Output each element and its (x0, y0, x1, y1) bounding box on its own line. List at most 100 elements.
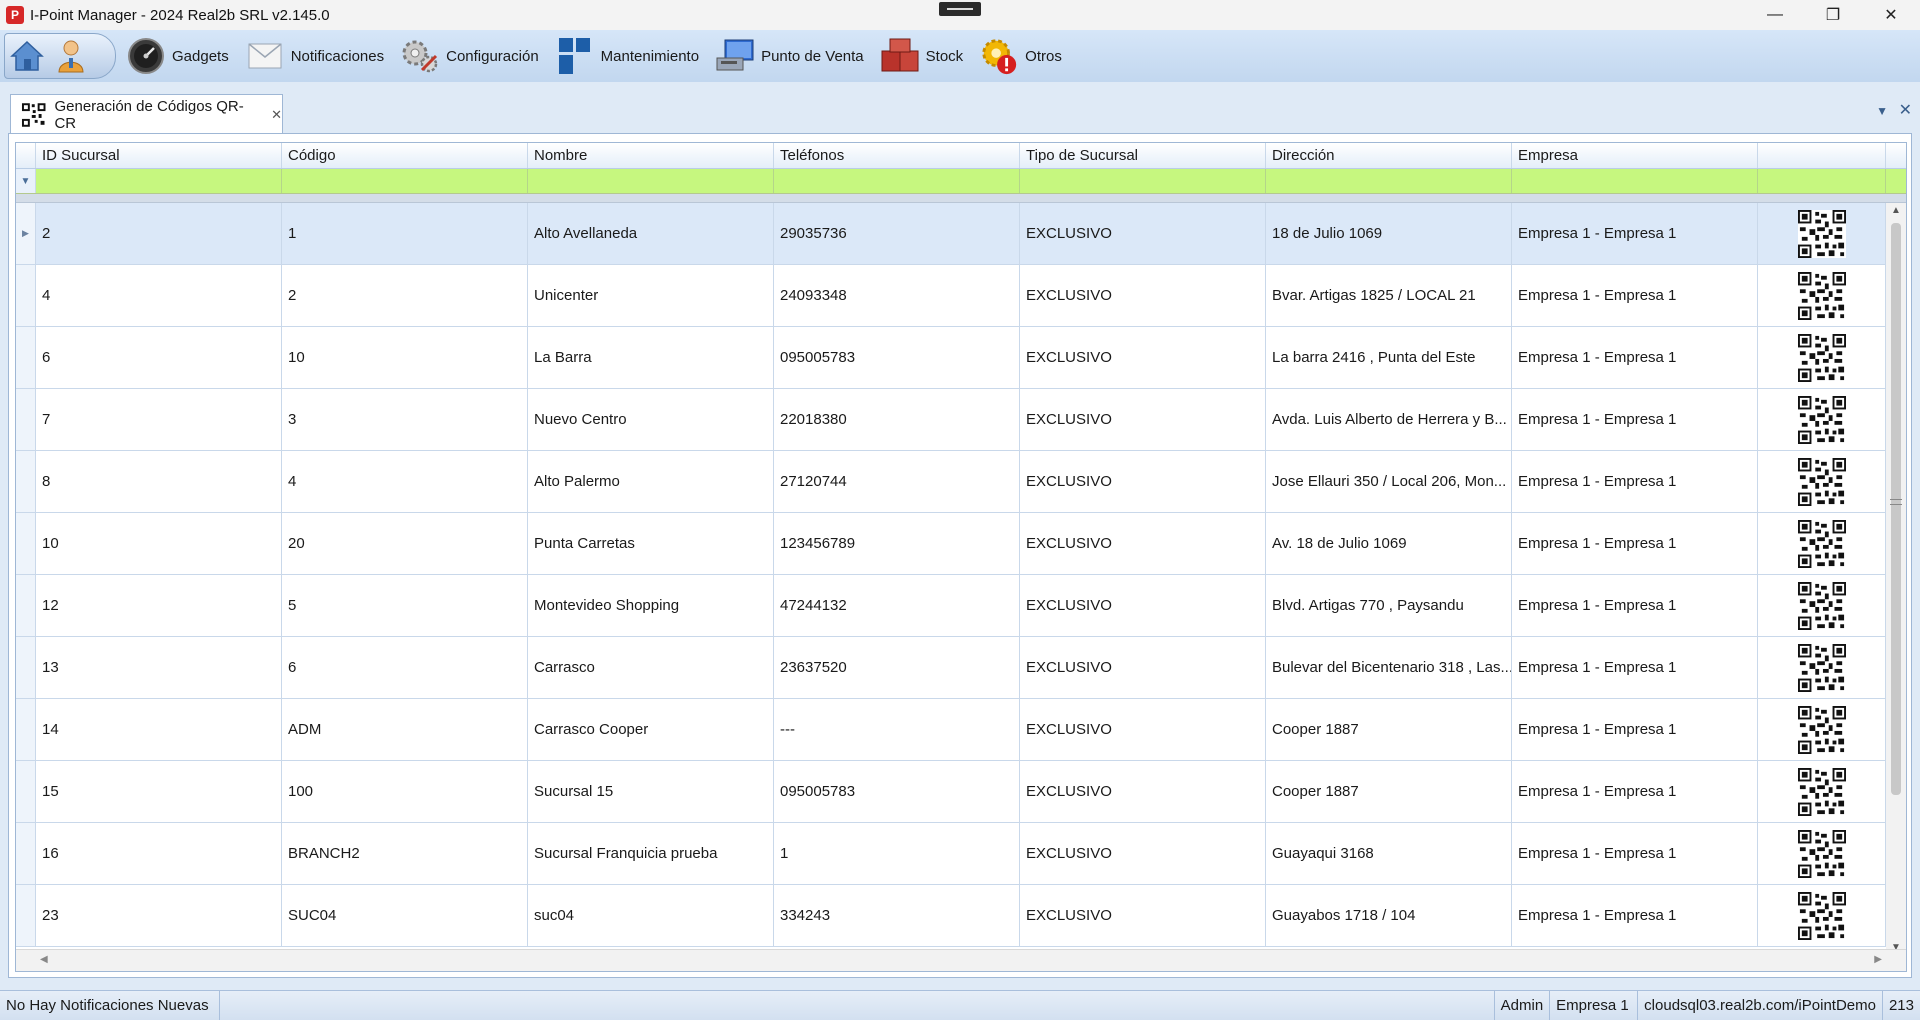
row-indicator[interactable] (16, 885, 36, 946)
user-button[interactable] (49, 35, 93, 77)
cell-qr-code[interactable] (1758, 327, 1886, 388)
table-row[interactable]: 12 5 Montevideo Shopping 47244132 EXCLUSIVO B… (16, 575, 1886, 637)
column-header-codigo[interactable]: Código (282, 143, 528, 168)
vertical-scrollbar[interactable]: ▲ ▼ (1886, 203, 1906, 955)
filter-cell-empresa[interactable] (1512, 169, 1758, 193)
cell-nombre[interactable]: Carrasco (528, 637, 774, 698)
row-indicator[interactable] (16, 823, 36, 884)
cell-empresa[interactable]: Empresa 1 - Empresa 1 (1512, 575, 1758, 636)
cell-nombre[interactable]: Alto Palermo (528, 451, 774, 512)
cell-empresa[interactable]: Empresa 1 - Empresa 1 (1512, 451, 1758, 512)
toolbar-notificaciones[interactable]: Notificaciones (239, 33, 390, 79)
cell-qr-code[interactable] (1758, 265, 1886, 326)
row-indicator[interactable] (16, 761, 36, 822)
cell-codigo[interactable]: 4 (282, 451, 528, 512)
cell-nombre[interactable]: Alto Avellaneda (528, 203, 774, 264)
filter-cell-id[interactable] (36, 169, 282, 193)
toolbar-gadgets[interactable]: Gadgets (120, 33, 235, 79)
cell-direccion[interactable]: La barra 2416 , Punta del Este (1266, 327, 1512, 388)
row-indicator[interactable] (16, 389, 36, 450)
cell-direccion[interactable]: Guayabos 1718 / 104 (1266, 885, 1512, 946)
snap-handle[interactable] (939, 2, 981, 16)
cell-tipo-sucursal[interactable]: EXCLUSIVO (1020, 823, 1266, 884)
row-indicator[interactable] (16, 637, 36, 698)
cell-direccion[interactable]: Bvar. Artigas 1825 / LOCAL 21 (1266, 265, 1512, 326)
cell-nombre[interactable]: Carrasco Cooper (528, 699, 774, 760)
cell-qr-code[interactable] (1758, 389, 1886, 450)
table-row[interactable]: 7 3 Nuevo Centro 22018380 EXCLUSIVO Avda. Lui… (16, 389, 1886, 451)
column-header-id-sucursal[interactable]: ID Sucursal (36, 143, 282, 168)
filter-cell-direccion[interactable] (1266, 169, 1512, 193)
cell-nombre[interactable]: Sucursal Franquicia prueba (528, 823, 774, 884)
cell-telefonos[interactable]: 095005783 (774, 327, 1020, 388)
table-row[interactable]: 16 BRANCH2 Sucursal Franquicia prueba 1 EXCL… (16, 823, 1886, 885)
cell-telefonos[interactable]: 334243 (774, 885, 1020, 946)
cell-telefonos[interactable]: 123456789 (774, 513, 1020, 574)
cell-telefonos[interactable]: 24093348 (774, 265, 1020, 326)
scroll-left-icon[interactable]: ◀ (40, 954, 48, 965)
maximize-button[interactable]: ❐ (1804, 0, 1862, 30)
cell-tipo-sucursal[interactable]: EXCLUSIVO (1020, 265, 1266, 326)
toolbar-configuracion[interactable]: Configuración (394, 33, 545, 79)
cell-codigo[interactable]: 1 (282, 203, 528, 264)
cell-qr-code[interactable] (1758, 885, 1886, 946)
cell-codigo[interactable]: BRANCH2 (282, 823, 528, 884)
tab-list-dropdown-icon[interactable]: ▼ (1876, 104, 1888, 118)
cell-empresa[interactable]: Empresa 1 - Empresa 1 (1512, 513, 1758, 574)
cell-empresa[interactable]: Empresa 1 - Empresa 1 (1512, 699, 1758, 760)
table-row[interactable]: 4 2 Unicenter 24093348 EXCLUSIVO Bvar. Artiga… (16, 265, 1886, 327)
cell-id-sucursal[interactable]: 15 (36, 761, 282, 822)
cell-tipo-sucursal[interactable]: EXCLUSIVO (1020, 203, 1266, 264)
table-row[interactable]: 23 SUC04 suc04 334243 EXCLUSIVO Guayabos 1718… (16, 885, 1886, 947)
cell-qr-code[interactable] (1758, 575, 1886, 636)
cell-tipo-sucursal[interactable]: EXCLUSIVO (1020, 575, 1266, 636)
close-window-button[interactable]: ✕ (1862, 0, 1920, 30)
cell-qr-code[interactable] (1758, 203, 1886, 264)
cell-telefonos[interactable]: 29035736 (774, 203, 1020, 264)
column-header-direccion[interactable]: Dirección (1266, 143, 1512, 168)
cell-telefonos[interactable]: 23637520 (774, 637, 1020, 698)
cell-direccion[interactable]: Cooper 1887 (1266, 699, 1512, 760)
cell-empresa[interactable]: Empresa 1 - Empresa 1 (1512, 389, 1758, 450)
cell-codigo[interactable]: 20 (282, 513, 528, 574)
cell-direccion[interactable]: Bulevar del Bicentenario 318 , Las... (1266, 637, 1512, 698)
column-header-tipo-sucursal[interactable]: Tipo de Sucursal (1020, 143, 1266, 168)
cell-qr-code[interactable] (1758, 823, 1886, 884)
cell-id-sucursal[interactable]: 13 (36, 637, 282, 698)
cell-telefonos[interactable]: 1 (774, 823, 1020, 884)
row-indicator[interactable] (16, 575, 36, 636)
toolbar-punto-de-venta[interactable]: Punto de Venta (709, 33, 870, 79)
tab-close-button[interactable]: ✕ (271, 107, 282, 123)
cell-codigo[interactable]: 2 (282, 265, 528, 326)
cell-tipo-sucursal[interactable]: EXCLUSIVO (1020, 699, 1266, 760)
cell-direccion[interactable]: Guayaqui 3168 (1266, 823, 1512, 884)
cell-codigo[interactable]: 10 (282, 327, 528, 388)
cell-qr-code[interactable] (1758, 513, 1886, 574)
tab-generacion-qr[interactable]: Generación de Códigos QR-CR ✕ (10, 94, 283, 134)
home-button[interactable] (5, 35, 49, 77)
cell-direccion[interactable]: Av. 18 de Julio 1069 (1266, 513, 1512, 574)
cell-telefonos[interactable]: --- (774, 699, 1020, 760)
cell-telefonos[interactable]: 22018380 (774, 389, 1020, 450)
cell-qr-code[interactable] (1758, 699, 1886, 760)
scroll-thumb[interactable] (1891, 223, 1901, 795)
cell-tipo-sucursal[interactable]: EXCLUSIVO (1020, 327, 1266, 388)
column-header-nombre[interactable]: Nombre (528, 143, 774, 168)
cell-qr-code[interactable] (1758, 761, 1886, 822)
cell-codigo[interactable]: 100 (282, 761, 528, 822)
filter-cell-telefonos[interactable] (774, 169, 1020, 193)
cell-empresa[interactable]: Empresa 1 - Empresa 1 (1512, 823, 1758, 884)
cell-qr-code[interactable] (1758, 451, 1886, 512)
cell-direccion[interactable]: 18 de Julio 1069 (1266, 203, 1512, 264)
column-header-telefonos[interactable]: Teléfonos (774, 143, 1020, 168)
row-indicator[interactable] (16, 699, 36, 760)
cell-codigo[interactable]: 6 (282, 637, 528, 698)
current-row-indicator-icon[interactable]: ▶ (16, 203, 36, 264)
toolbar-stock[interactable]: Stock (874, 33, 970, 79)
column-header-empresa[interactable]: Empresa (1512, 143, 1758, 168)
cell-telefonos[interactable]: 47244132 (774, 575, 1020, 636)
cell-tipo-sucursal[interactable]: EXCLUSIVO (1020, 513, 1266, 574)
cell-telefonos[interactable]: 095005783 (774, 761, 1020, 822)
table-row[interactable]: ▶ 2 1 Alto Avellaneda 29035736 EXCLUSIVO 18 de… (16, 203, 1886, 265)
table-row[interactable]: 6 10 La Barra 095005783 EXCLUSIVO La barra 24… (16, 327, 1886, 389)
